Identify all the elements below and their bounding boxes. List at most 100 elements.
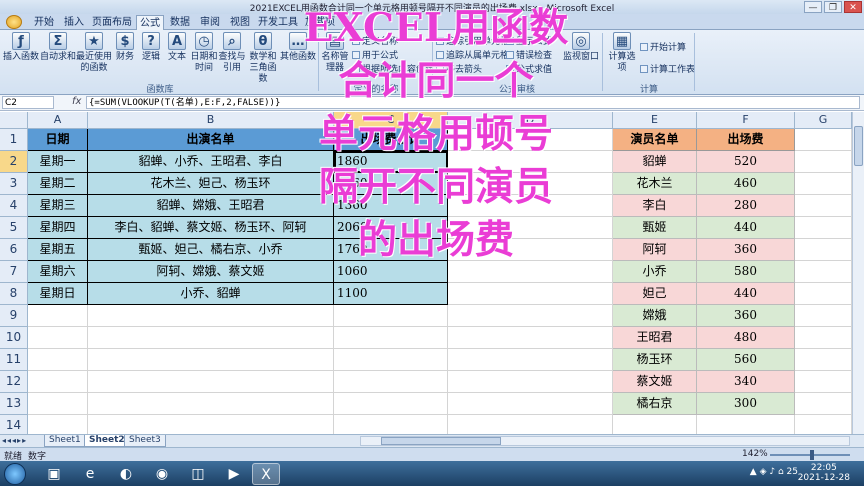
text-functions-button[interactable]: A 文本	[164, 32, 190, 63]
grid-cell[interactable]	[88, 415, 334, 434]
financial-button[interactable]: $ 财务	[112, 32, 138, 63]
right-table-cell[interactable]: 440	[697, 217, 795, 239]
grid-cell[interactable]	[795, 129, 852, 151]
grid-cell[interactable]	[448, 349, 613, 371]
tab-view[interactable]: 视图	[226, 15, 254, 30]
grid-cell[interactable]	[448, 173, 613, 195]
grid-cell[interactable]	[448, 239, 613, 261]
zoom-slider[interactable]	[770, 450, 850, 460]
remove-arrows-button[interactable]: 移去箭头	[436, 62, 482, 75]
left-table-cell[interactable]: 星期一	[28, 151, 88, 173]
tab-developer[interactable]: 开发工具	[256, 15, 300, 30]
right-table-cell[interactable]: 貂蝉	[613, 151, 697, 173]
grid-cell[interactable]	[28, 349, 88, 371]
grid-cell[interactable]	[88, 349, 334, 371]
create-from-selection-button[interactable]: 根据所选内容创建	[352, 62, 434, 75]
left-table-header[interactable]: 日期	[28, 129, 88, 151]
grid-cell[interactable]	[88, 393, 334, 415]
grid-cell[interactable]	[448, 371, 613, 393]
right-table-cell[interactable]: 520	[697, 151, 795, 173]
grid-cell[interactable]	[28, 415, 88, 434]
right-table-cell[interactable]: 280	[697, 195, 795, 217]
scroll-thumb[interactable]	[854, 126, 863, 166]
right-table-cell[interactable]: 花木兰	[613, 173, 697, 195]
use-in-formula-button[interactable]: 用于公式	[352, 48, 398, 61]
row-header-8[interactable]: 8	[0, 283, 28, 305]
clock[interactable]: 22:05 2021-12-28	[798, 463, 850, 483]
left-table-cell[interactable]: 阿轲、嫦娥、蔡文姬	[88, 261, 334, 283]
row-header-14[interactable]: 14	[0, 415, 28, 434]
excel-icon[interactable]: X	[252, 463, 280, 485]
right-table-cell[interactable]: 蔡文姬	[613, 371, 697, 393]
datetime-button[interactable]: ◷ 日期和时间	[190, 32, 218, 74]
right-table-cell[interactable]: 橘右京	[613, 393, 697, 415]
zoom-slider-handle[interactable]	[810, 450, 814, 460]
right-table-cell[interactable]: 580	[697, 261, 795, 283]
right-table-cell[interactable]: 480	[697, 327, 795, 349]
start-button[interactable]	[4, 463, 26, 485]
grid-cell[interactable]	[28, 327, 88, 349]
left-table-cell[interactable]: 星期日	[28, 283, 88, 305]
left-table-cell[interactable]: 甄姬、妲己、橘右京、小乔	[88, 239, 334, 261]
watch-window-button[interactable]: ◎ 监视窗口	[562, 32, 600, 63]
select-all-corner[interactable]	[0, 112, 28, 129]
grid-cell[interactable]	[697, 415, 795, 434]
wechat-icon[interactable]: ◐	[112, 463, 140, 485]
left-table-cell[interactable]: 星期三	[28, 195, 88, 217]
insert-function-button[interactable]: ƒ 插入函数	[2, 32, 40, 63]
left-table-cell[interactable]: 小乔、貂蝉	[88, 283, 334, 305]
right-table-cell[interactable]: 440	[697, 283, 795, 305]
left-table-cell[interactable]: 1860	[334, 151, 448, 173]
row-header-5[interactable]: 5	[0, 217, 28, 239]
left-table-cell[interactable]: 1460	[334, 173, 448, 195]
grid-cell[interactable]	[334, 349, 448, 371]
column-header-d[interactable]: D	[448, 112, 613, 129]
grid-cell[interactable]	[334, 393, 448, 415]
app-icon[interactable]: ◫	[184, 463, 212, 485]
grid-cell[interactable]	[448, 305, 613, 327]
left-table-cell[interactable]: 貂蝉、嫦娥、王昭君	[88, 195, 334, 217]
grid-cell[interactable]	[448, 283, 613, 305]
error-checking-button[interactable]: 错误检查	[506, 48, 552, 61]
autosum-button[interactable]: Σ 自动求和	[40, 32, 76, 63]
grid-cell[interactable]	[88, 305, 334, 327]
right-table-cell[interactable]: 阿轲	[613, 239, 697, 261]
media-icon[interactable]: ▶	[220, 463, 248, 485]
tab-formulas[interactable]: 公式	[136, 15, 164, 30]
right-table-cell[interactable]: 嫦娥	[613, 305, 697, 327]
grid-cell[interactable]	[448, 195, 613, 217]
column-header-g[interactable]: G	[795, 112, 852, 129]
maximize-button[interactable]: ❐	[824, 1, 842, 13]
right-table-header[interactable]: 演员名单	[613, 129, 697, 151]
grid-cell[interactable]	[28, 305, 88, 327]
scroll-thumb[interactable]	[381, 437, 501, 445]
sheet-nav-arrows-icon[interactable]: ◂◂◂▸▸	[2, 436, 27, 445]
grid-cell[interactable]	[795, 305, 852, 327]
left-table-cell[interactable]: 2060	[334, 217, 448, 239]
calc-now-button[interactable]: 开始计算	[640, 40, 686, 53]
grid-cell[interactable]	[448, 129, 613, 151]
left-table-cell[interactable]: 1100	[334, 283, 448, 305]
grid-cell[interactable]	[795, 173, 852, 195]
math-trig-button[interactable]: θ 数学和三角函数	[246, 32, 280, 85]
tab-data[interactable]: 数据	[166, 15, 194, 30]
chrome-icon[interactable]: ◉	[148, 463, 176, 485]
left-table-cell[interactable]: 1760	[334, 239, 448, 261]
more-functions-button[interactable]: … 其他函数	[280, 32, 316, 63]
right-table-cell[interactable]: 360	[697, 305, 795, 327]
left-table-cell[interactable]: 星期二	[28, 173, 88, 195]
tab-review[interactable]: 审阅	[196, 15, 224, 30]
left-table-cell[interactable]: 1360	[334, 195, 448, 217]
trace-dependents-button[interactable]: 追踪从属单元格	[436, 48, 509, 61]
grid-cell[interactable]	[334, 415, 448, 434]
left-table-cell[interactable]: 星期五	[28, 239, 88, 261]
grid-cell[interactable]	[28, 393, 88, 415]
grid-cell[interactable]	[448, 415, 613, 434]
column-header-b[interactable]: B	[88, 112, 334, 129]
lookup-button[interactable]: ⌕ 查找与引用	[218, 32, 246, 74]
right-table-cell[interactable]: 560	[697, 349, 795, 371]
right-table-cell[interactable]: 李白	[613, 195, 697, 217]
row-header-4[interactable]: 4	[0, 195, 28, 217]
sheet-tab-1[interactable]: Sheet1	[44, 435, 86, 447]
calc-options-button[interactable]: ▦ 计算选项	[606, 32, 638, 74]
